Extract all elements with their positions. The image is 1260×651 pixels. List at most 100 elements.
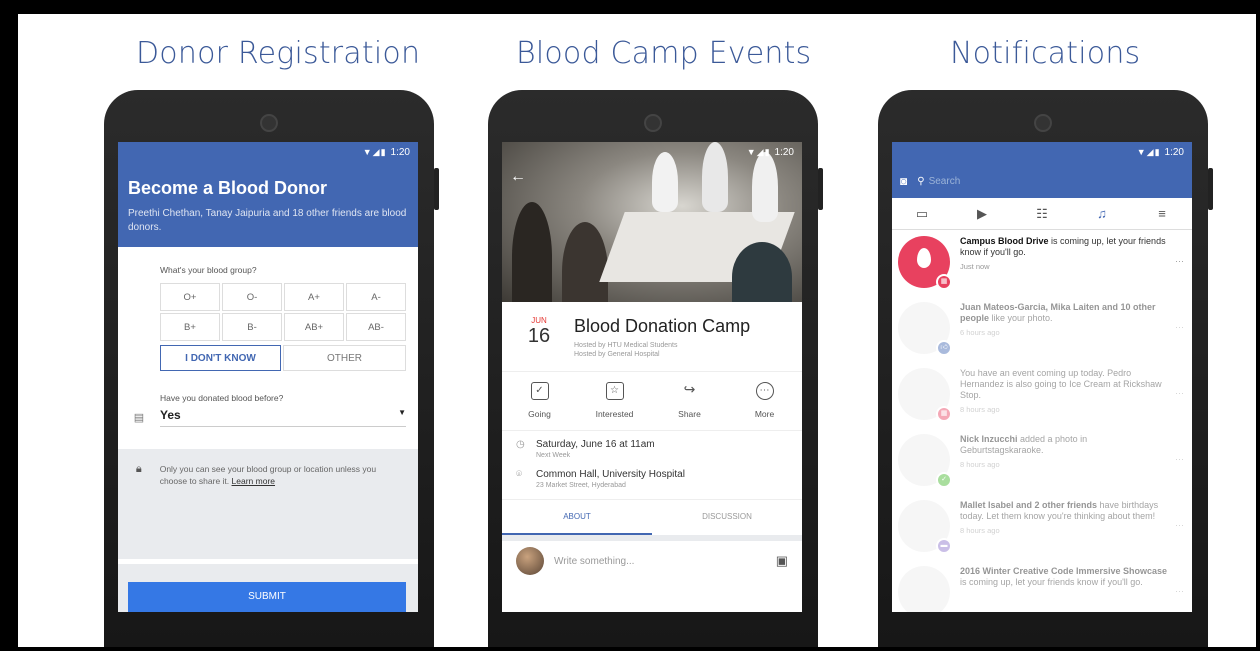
blood-group-option[interactable]: A+ bbox=[284, 283, 344, 311]
power-button bbox=[818, 168, 823, 210]
search-icon: ⚲ bbox=[917, 175, 925, 187]
nav-tabs: ▭ ▶ ☷ ♫ ≡ bbox=[892, 198, 1192, 230]
donated-value: Yes bbox=[160, 407, 181, 422]
more-options-icon[interactable]: ··· bbox=[1170, 302, 1184, 356]
event-where: Common Hall, University Hospital bbox=[536, 469, 685, 480]
photo-icon[interactable]: ▣ bbox=[776, 553, 788, 569]
event-month: JUN bbox=[531, 316, 547, 325]
showcase-frame: Donor Registration Blood Camp Events Not… bbox=[18, 14, 1256, 647]
clock-icon: ◷ bbox=[516, 439, 525, 450]
notification-item[interactable]: ▦ You have an event coming up today. Ped… bbox=[892, 362, 1192, 428]
calendar-badge-icon: ▦ bbox=[936, 274, 952, 290]
notification-time: 8 hours ago bbox=[960, 405, 1000, 414]
more-label: More bbox=[754, 409, 775, 419]
photo-person bbox=[732, 242, 792, 302]
signal-icon: ▼◢▮ bbox=[1136, 147, 1161, 157]
power-button bbox=[434, 168, 439, 210]
phone-donor: ▼◢▮ 1:20 Become a Blood Donor Preethi Che… bbox=[104, 90, 439, 647]
blood-group-option[interactable]: O+ bbox=[160, 283, 220, 311]
tab-about[interactable]: ABOUT bbox=[502, 500, 652, 535]
search-bar: ◙ ⚲ Search bbox=[892, 164, 1192, 198]
event-title: Blood Donation Camp bbox=[574, 316, 751, 336]
event-when: Saturday, June 16 at 11am bbox=[536, 439, 655, 450]
status-time: 1:20 bbox=[1164, 147, 1184, 158]
event-actions: ✓ Going ☆ Interested ↪ Share ⋯ More bbox=[502, 372, 802, 431]
event-day: 16 bbox=[527, 325, 551, 347]
share-icon: ↪ bbox=[683, 381, 696, 397]
donor-screen: ▼◢▮ 1:20 Become a Blood Donor Preethi Che… bbox=[118, 142, 418, 612]
composer: Write something... ▣ bbox=[502, 535, 802, 581]
event-tabs: ABOUT DISCUSSION bbox=[502, 499, 802, 535]
earpiece bbox=[644, 114, 662, 132]
submit-button[interactable]: SUBMIT bbox=[128, 582, 406, 612]
status-time: 1:20 bbox=[774, 147, 794, 158]
dropdown-arrow-icon: ▼ bbox=[398, 407, 406, 417]
phone-events: ▼◢▮ 1:20 ← JUN 16 Blood Donation Camp Hos… bbox=[488, 90, 823, 647]
other-option[interactable]: OTHER bbox=[283, 345, 406, 371]
notification-item[interactable]: ▬ Mallet Isabel and 2 other friends have… bbox=[892, 494, 1192, 560]
news-feed-icon[interactable]: ▭ bbox=[904, 206, 940, 222]
calendar-icon: ▤ bbox=[133, 411, 145, 424]
panel-title-events: Blood Camp Events bbox=[516, 36, 812, 71]
like-badge-icon: 👍︎ bbox=[936, 340, 952, 356]
notification-item[interactable]: 👍︎ Juan Mateos-Garcia, Mika Laiten and 1… bbox=[892, 296, 1192, 362]
video-icon[interactable]: ▶ bbox=[964, 206, 1000, 222]
interested-button[interactable]: ☆ Interested bbox=[585, 382, 645, 422]
avatar bbox=[898, 566, 950, 612]
donor-heading: Become a Blood Donor bbox=[128, 178, 328, 198]
interested-label: Interested bbox=[595, 409, 634, 419]
more-button[interactable]: ⋯ More bbox=[735, 382, 795, 422]
menu-icon[interactable]: ≡ bbox=[1144, 206, 1180, 221]
check-calendar-icon: ✓ bbox=[530, 382, 549, 400]
status-time: 1:20 bbox=[390, 147, 410, 158]
blood-group-question: What's your blood group? bbox=[160, 265, 257, 275]
more-options-icon[interactable]: ··· bbox=[1170, 500, 1184, 554]
blood-group-option[interactable]: O- bbox=[222, 283, 282, 311]
tab-discussion[interactable]: DISCUSSION bbox=[652, 500, 802, 535]
going-button[interactable]: ✓ Going bbox=[510, 382, 570, 422]
avatar: 👍︎ bbox=[898, 302, 952, 356]
notification-item[interactable]: 2016 Winter Creative Code Immersive Show… bbox=[892, 560, 1192, 612]
marketplace-icon[interactable]: ☷ bbox=[1024, 206, 1060, 222]
blood-group-option[interactable]: B+ bbox=[160, 313, 220, 341]
search-input[interactable]: Search bbox=[929, 176, 961, 187]
more-options-icon[interactable]: ··· bbox=[1170, 566, 1184, 612]
going-label: Going bbox=[528, 409, 551, 419]
more-options-icon[interactable]: ··· bbox=[1170, 236, 1184, 290]
event-time-row: ◷ Saturday, June 16 at 11am Next Week bbox=[516, 439, 792, 459]
event-when-sub: Next Week bbox=[536, 452, 571, 459]
notification-time: 8 hours ago bbox=[960, 526, 1000, 535]
learn-more-link[interactable]: Learn more bbox=[232, 476, 275, 486]
more-icon: ⋯ bbox=[755, 382, 774, 400]
back-arrow-icon[interactable]: ← bbox=[510, 168, 526, 186]
status-bar: ▼◢▮ 1:20 bbox=[892, 142, 1192, 164]
blood-group-option[interactable]: AB- bbox=[346, 313, 406, 341]
notification-actor: Campus Blood Drive bbox=[960, 236, 1049, 246]
photo-badge-icon: ✓ bbox=[936, 472, 952, 488]
event-host-2: Hosted by General Hospital bbox=[574, 351, 660, 358]
share-button[interactable]: ↪ Share bbox=[660, 382, 720, 422]
avatar bbox=[516, 547, 544, 575]
notification-item[interactable]: ▦ Campus Blood Drive is coming up, let y… bbox=[892, 230, 1192, 296]
camera-icon[interactable]: ◙ bbox=[900, 174, 907, 188]
notification-actor: Nick Inzucchi bbox=[960, 434, 1018, 444]
blood-group-option[interactable]: AB+ bbox=[284, 313, 344, 341]
donated-select[interactable]: Yes ▼ bbox=[160, 408, 406, 427]
phone-notifications: ▼◢▮ 1:20 ◙ ⚲ Search ▭ ▶ ☷ ♫ ≡ ▦ Campus Bl… bbox=[878, 90, 1213, 647]
birthday-badge-icon: ▬ bbox=[936, 538, 952, 554]
blood-drop-icon: ▦ bbox=[898, 236, 952, 290]
event-location-row[interactable]: ⌾ Common Hall, University Hospital 23 Mar… bbox=[516, 469, 792, 489]
notification-item[interactable]: ✓ Nick Inzucchi added a photo in Geburts… bbox=[892, 428, 1192, 494]
dont-know-option[interactable]: I DON'T KNOW bbox=[160, 345, 281, 371]
event-host-1: Hosted by HTU Medical Students bbox=[574, 342, 678, 349]
notification-time: 8 hours ago bbox=[960, 460, 1000, 469]
photo-person bbox=[512, 202, 552, 302]
more-options-icon[interactable]: ··· bbox=[1170, 434, 1184, 488]
bell-icon[interactable]: ♫ bbox=[1084, 206, 1120, 221]
blood-group-option[interactable]: B- bbox=[222, 313, 282, 341]
notification-actor: Mallet Isabel and 2 other friends bbox=[960, 500, 1098, 510]
more-options-icon[interactable]: ··· bbox=[1170, 368, 1184, 422]
blood-group-option[interactable]: A- bbox=[346, 283, 406, 311]
signal-icon: ▼◢▮ bbox=[746, 147, 771, 157]
compose-input[interactable]: Write something... bbox=[554, 556, 776, 567]
